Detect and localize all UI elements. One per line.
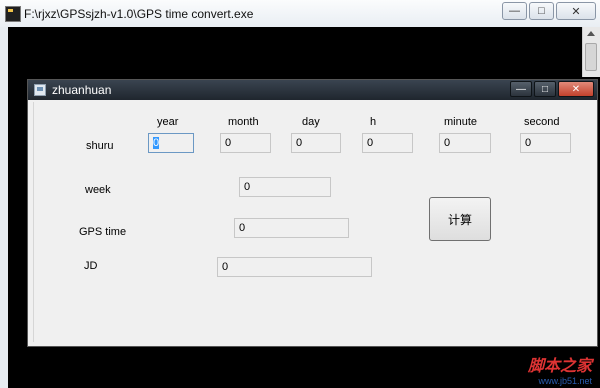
column-header-minute: minute [444, 116, 478, 128]
dialog-app-icon [34, 84, 46, 96]
console-maximize-button[interactable]: □ [529, 2, 554, 20]
year-input-value: 0 [153, 137, 160, 149]
week-input[interactable]: 0 [239, 177, 331, 197]
zhuanhuan-dialog: zhuanhuan — □ ✕ year month day h minute … [27, 79, 598, 347]
shuru-label: shuru [86, 140, 114, 152]
second-input[interactable]: 0 [520, 133, 571, 153]
column-header-h: h [370, 116, 377, 128]
column-header-month: month [228, 116, 259, 128]
column-header-year: year [157, 116, 179, 128]
gps-time-label: GPS time [79, 226, 127, 238]
column-header-day: day [302, 116, 320, 128]
hour-input[interactable]: 0 [362, 133, 413, 153]
scroll-up-icon[interactable] [587, 31, 595, 36]
dialog-client-area: year month day h minute second shuru 0 0… [33, 102, 592, 342]
dialog-close-button[interactable]: ✕ [558, 81, 594, 97]
scrollbar-thumb[interactable] [585, 43, 597, 71]
console-titlebar[interactable]: F:\rjxz\GPSsjzh-v1.0\GPS time convert.ex… [0, 0, 600, 28]
console-minimize-button[interactable]: — [502, 2, 527, 20]
console-scrollbar[interactable] [582, 27, 600, 77]
console-app-icon [5, 6, 21, 22]
year-input[interactable]: 0 [148, 133, 194, 153]
watermark: 脚本之家 www.jb51.net [528, 352, 592, 386]
dialog-minimize-button[interactable]: — [510, 81, 532, 97]
watermark-logo-text: 脚本之家 [527, 358, 592, 375]
day-input[interactable]: 0 [291, 133, 341, 153]
console-left-border [0, 27, 8, 388]
month-input[interactable]: 0 [220, 133, 271, 153]
dialog-titlebar[interactable]: zhuanhuan — □ ✕ [28, 80, 597, 100]
calculate-button[interactable]: 计算 [429, 197, 491, 241]
column-header-second: second [524, 116, 560, 128]
jd-input[interactable]: 0 [217, 257, 372, 277]
console-close-button[interactable]: ✕ [556, 2, 596, 20]
console-title: F:\rjxz\GPSsjzh-v1.0\GPS time convert.ex… [24, 7, 254, 21]
minute-input[interactable]: 0 [439, 133, 491, 153]
dialog-maximize-button[interactable]: □ [534, 81, 556, 97]
jd-label: JD [84, 260, 98, 272]
week-label: week [85, 184, 111, 196]
watermark-url: www.jb51.net [538, 376, 592, 386]
gps-time-input[interactable]: 0 [234, 218, 349, 238]
dialog-title: zhuanhuan [52, 83, 112, 97]
